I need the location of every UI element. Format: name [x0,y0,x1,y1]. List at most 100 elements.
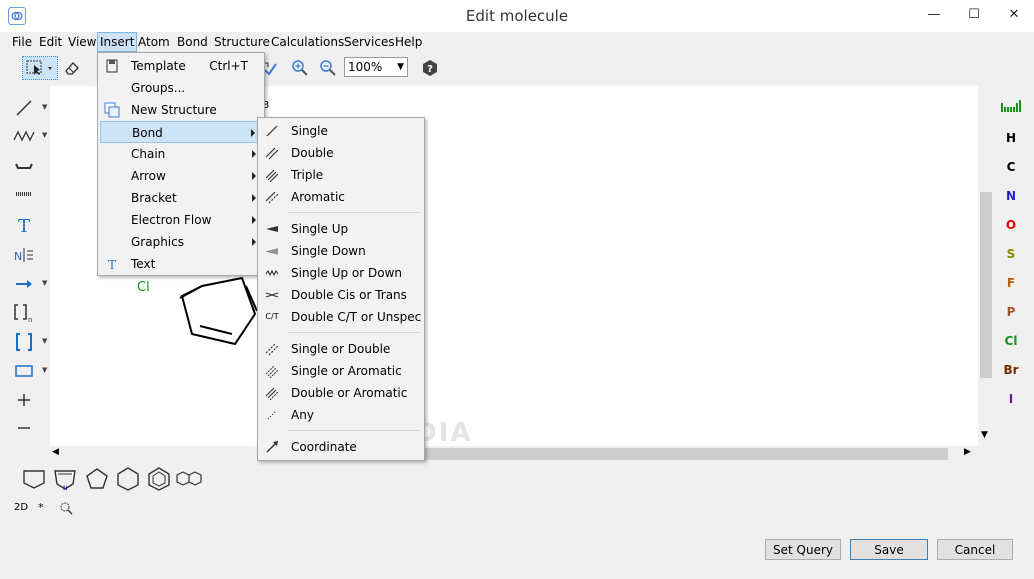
menu-separator [288,332,420,333]
vertical-scrollbar[interactable]: ▼ [978,86,994,446]
eraser-button[interactable] [60,56,84,80]
minimize-button[interactable]: — [914,0,954,28]
mode-2d-label[interactable]: 2D [14,502,28,513]
menu-item-text[interactable]: T Text [100,253,260,275]
menu-item-new-structure[interactable]: New Structure [100,99,260,121]
help-button[interactable]: ? [418,56,442,80]
pyrrole-template-icon[interactable]: N [52,466,78,492]
bracket-n-tool[interactable]: n [10,301,38,325]
window-title: Edit molecule [465,7,569,25]
bond-single-or-aromatic[interactable]: Single or Aromatic [260,360,420,382]
zoom-out-button[interactable] [316,56,340,80]
horizontal-scrollbar[interactable]: ◀ ▶ [50,446,978,462]
bracket-tool[interactable]: ▼ [10,330,47,354]
arrow-tool[interactable]: ▼ [10,272,47,296]
zoom-out-icon [320,60,336,76]
menu-insert[interactable]: Insert [97,32,138,52]
periodic-table-button[interactable] [996,98,1026,120]
menu-item-groups[interactable]: Groups... [100,77,260,99]
atom-c[interactable]: C [996,156,1026,178]
bond-double[interactable]: Double [260,142,420,164]
save-button[interactable]: Save [850,539,928,560]
atom-p[interactable]: P [996,301,1026,323]
menu-edit[interactable]: Edit [37,33,64,51]
svg-text:?: ? [427,64,433,75]
atom-f[interactable]: F [996,272,1026,294]
menu-item-label: Aromatic [291,190,345,204]
menu-item-template[interactable]: Template Ctrl+T [100,55,260,77]
bond-coordinate[interactable]: Coordinate [260,436,420,458]
bond-double-or-aromatic[interactable]: Double or Aromatic [260,382,420,404]
eraser-icon [65,62,79,75]
rectangle-tool[interactable]: ▼ [10,359,47,383]
atom-cl[interactable]: Cl [996,330,1026,352]
bond-single-down[interactable]: Single Down [260,240,420,262]
single-bond-tool[interactable]: ▼ [10,96,47,120]
select-tool-button[interactable] [22,56,58,80]
chain-tool[interactable]: ▼ [10,124,47,148]
bond-single[interactable]: Single [260,120,420,142]
atom-label-tool[interactable]: N [10,243,38,267]
set-query-button[interactable]: Set Query [765,539,841,560]
text-tool[interactable]: T [10,213,38,237]
bond-single-or-double[interactable]: Single or Double [260,338,420,360]
menu-services[interactable]: Services [342,33,397,51]
menu-bond[interactable]: Bond [175,33,210,51]
submenu-arrow-icon [252,150,256,158]
zoom-select[interactable]: 100% ▼ [344,57,408,77]
any-atom-star[interactable]: * [38,501,44,514]
menu-view[interactable]: View [66,33,98,51]
cyclopentane-template-icon[interactable] [84,466,110,492]
atom-n[interactable]: N [996,185,1026,207]
scroll-down-icon[interactable]: ▼ [981,430,988,440]
menu-file[interactable]: File [10,33,34,51]
bond-double-ct-unspec[interactable]: C/T Double C/T or Unspec [260,306,421,328]
bond-single-up-or-down[interactable]: Single Up or Down [260,262,420,284]
bond-any[interactable]: Any [260,404,420,426]
plus-tool[interactable] [10,388,38,412]
bond-triple[interactable]: Triple [260,164,420,186]
close-button[interactable]: ✕ [994,0,1034,28]
menu-item-electron-flow[interactable]: Electron Flow [100,209,260,231]
atom-br[interactable]: Br [996,359,1026,381]
cyclohexane-template-icon[interactable] [115,466,141,492]
menu-item-bracket[interactable]: Bracket [100,187,260,209]
atom-i[interactable]: I [996,388,1026,410]
naphthalene-template-icon[interactable] [176,470,204,488]
minus-tool[interactable] [10,416,38,440]
bond-aromatic[interactable]: Aromatic [260,186,420,208]
dashed-tool[interactable] [10,184,38,208]
cyclobutane-template-icon[interactable] [22,466,46,490]
atom-s[interactable]: S [996,243,1026,265]
cancel-button[interactable]: Cancel [937,539,1013,560]
scroll-right-icon[interactable]: ▶ [964,447,971,457]
bond-double-cis-trans[interactable]: Double Cis or Trans [260,284,420,306]
menu-help[interactable]: Help [393,33,424,51]
ring-bond-tool[interactable] [10,154,38,178]
atom-o[interactable]: O [996,214,1026,236]
menu-item-bond[interactable]: Bond [100,121,260,143]
menu-item-graphics[interactable]: Graphics [100,231,260,253]
maximize-button[interactable]: ☐ [954,0,994,28]
text-t-icon: T [18,216,30,235]
svg-text:N: N [14,250,22,263]
periodic-table-icon [1001,100,1021,112]
menu-item-label: Graphics [131,235,184,249]
benzene-template-icon[interactable] [146,466,172,492]
query-search-icon[interactable] [58,500,74,516]
menu-item-arrow[interactable]: Arrow [100,165,260,187]
atom-h[interactable]: H [996,127,1026,149]
zoom-in-button[interactable] [288,56,312,80]
scroll-left-icon[interactable]: ◀ [52,447,59,457]
menu-atom[interactable]: Atom [136,33,172,51]
menu-structure[interactable]: Structure [212,33,272,51]
menu-item-chain[interactable]: Chain [100,143,260,165]
vertical-scroll-thumb[interactable] [980,192,992,378]
help-icon: ? [423,60,437,76]
submenu-arrow-icon [252,194,256,202]
menu-item-label: Template [131,59,186,73]
menu-item-label: Double Cis or Trans [291,288,407,302]
menu-calculations[interactable]: Calculations [269,33,346,51]
submenu-arrow-icon [252,216,256,224]
bond-single-up[interactable]: Single Up [260,218,420,240]
